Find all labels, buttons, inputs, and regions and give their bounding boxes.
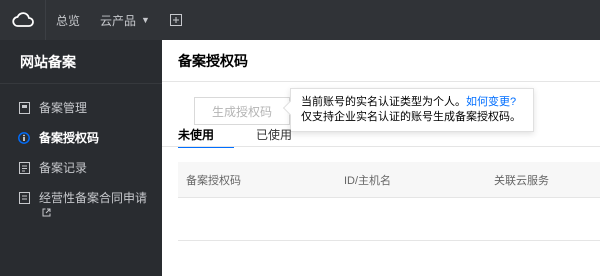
list-icon bbox=[18, 162, 30, 174]
sidebar-item-authorization-code[interactable]: 备案授权码 bbox=[0, 123, 162, 153]
top-navigation-bar: 总览 云产品 ▼ bbox=[0, 0, 600, 40]
table-header: 备案授权码 ID/主机名 关联云服务 bbox=[178, 162, 600, 198]
sidebar: 网站备案 备案管理 备案授权码 备案记录 经营性备案合同申请 bbox=[0, 40, 162, 276]
nav-cloud-products-label: 云产品 bbox=[100, 13, 137, 28]
sidebar-item-contract-application[interactable]: 经营性备案合同申请 bbox=[0, 183, 162, 228]
tab-bar: 未使用 已使用 bbox=[178, 128, 304, 148]
column-header-id-hostname: ID/主机名 bbox=[344, 174, 392, 187]
document-icon bbox=[18, 102, 30, 114]
nav-overview[interactable]: 总览 bbox=[46, 0, 90, 40]
tooltip-text-before: 当前账号的实名认证类型为个人。 bbox=[301, 96, 466, 108]
contract-icon bbox=[18, 192, 30, 204]
page-title: 备案授权码 bbox=[162, 40, 600, 82]
sidebar-menu: 备案管理 备案授权码 备案记录 经营性备案合同申请 bbox=[0, 84, 162, 228]
sidebar-item-filing-records[interactable]: 备案记录 bbox=[0, 153, 162, 183]
generate-code-button[interactable]: 生成授权码 bbox=[194, 97, 290, 125]
cloud-logo-icon[interactable] bbox=[0, 0, 46, 40]
sidebar-item-filing-management[interactable]: 备案管理 bbox=[0, 93, 162, 123]
tab-used[interactable]: 已使用 bbox=[256, 128, 304, 148]
tab-unused[interactable]: 未使用 bbox=[178, 128, 235, 148]
how-to-change-link[interactable]: 如何变更? bbox=[466, 96, 516, 108]
authorization-code-table: 备案授权码 ID/主机名 关联云服务 bbox=[178, 162, 600, 241]
info-circle-icon bbox=[18, 132, 30, 144]
caret-down-icon: ▼ bbox=[141, 15, 150, 25]
sidebar-item-label: 备案授权码 bbox=[39, 131, 100, 145]
sidebar-item-label: 经营性备案合同申请 bbox=[39, 191, 148, 205]
nav-overview-label: 总览 bbox=[56, 13, 81, 28]
add-square-icon[interactable] bbox=[160, 0, 192, 40]
main-content: 备案授权码 生成授权码 当前账号的实名认证类型为个人。如何变更? 仅支持企业实名… bbox=[162, 40, 600, 276]
sidebar-title: 网站备案 bbox=[0, 40, 162, 84]
tooltip-text-after: 仅支持企业实名认证的账号生成备案授权码。 bbox=[301, 111, 521, 123]
tooltip-popover: 当前账号的实名认证类型为个人。如何变更? 仅支持企业实名认证的账号生成备案授权码… bbox=[282, 88, 534, 132]
column-header-cloud-service: 关联云服务 bbox=[494, 174, 549, 187]
sidebar-item-label: 备案记录 bbox=[39, 161, 88, 175]
tabs-divider bbox=[162, 146, 600, 147]
content-panel: 生成授权码 当前账号的实名认证类型为个人。如何变更? 仅支持企业实名认证的账号生… bbox=[162, 82, 600, 276]
nav-cloud-products-dropdown[interactable]: 云产品 ▼ bbox=[90, 0, 160, 40]
sidebar-item-label: 备案管理 bbox=[39, 101, 88, 115]
column-header-code: 备案授权码 bbox=[186, 174, 241, 187]
table-empty-row bbox=[178, 198, 600, 241]
sidebar-item-label-wrap: 经营性备案合同申请 bbox=[39, 191, 151, 220]
external-link-icon bbox=[42, 206, 51, 220]
